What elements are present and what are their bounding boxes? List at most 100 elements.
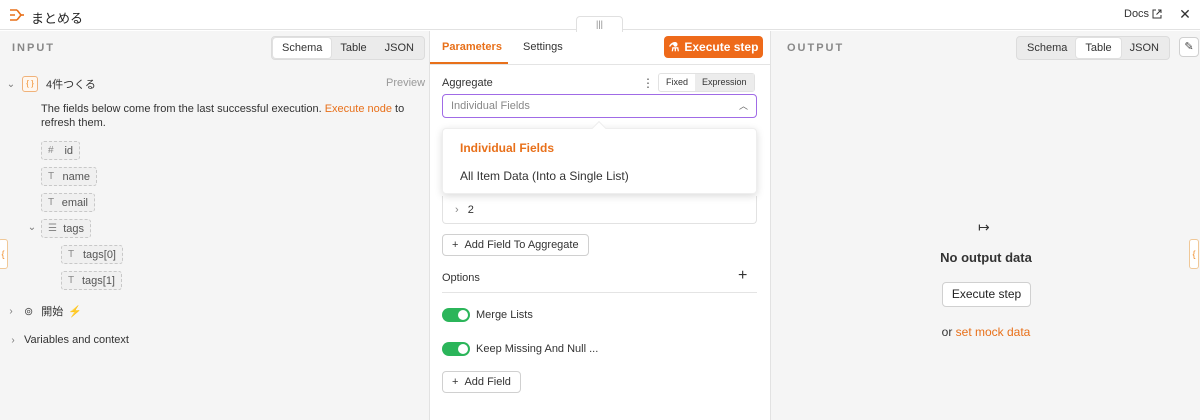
- input-tab-schema[interactable]: Schema: [273, 38, 332, 58]
- string-type-icon: T: [68, 249, 75, 260]
- chevron-right-icon[interactable]: ›: [455, 204, 459, 216]
- field-name: id: [64, 144, 73, 157]
- add-field-button[interactable]: + Add Field: [442, 371, 521, 393]
- string-type-icon: T: [68, 275, 75, 286]
- field-name: name: [62, 170, 90, 183]
- aggregate-label: Aggregate: [442, 77, 493, 89]
- chevron-right-icon[interactable]: ›: [6, 306, 16, 317]
- output-tab-schema[interactable]: Schema: [1018, 38, 1076, 58]
- chevron-down-icon[interactable]: ⌄: [6, 79, 16, 90]
- output-view-switcher: Schema Table JSON: [1016, 36, 1170, 60]
- fixed-expression-toggle: Fixed Expression: [658, 73, 755, 92]
- active-tab-underline: [430, 62, 508, 64]
- options-label: Options: [442, 272, 480, 284]
- output-arrow-icon: ↦: [978, 219, 990, 235]
- mock-data-row: or set mock data: [771, 325, 1200, 339]
- tab-settings[interactable]: Settings: [523, 41, 563, 53]
- chevron-right-icon[interactable]: ›: [8, 335, 18, 346]
- merge-lists-label: Merge Lists: [476, 309, 533, 321]
- schema-hint: The fields below come from the last succ…: [41, 102, 426, 130]
- flask-icon: ⚗: [668, 40, 680, 54]
- collapsed-field-item[interactable]: › 2: [442, 196, 757, 224]
- divider: [442, 292, 757, 293]
- trigger-node-row[interactable]: › ⊚ 開始 ⚡: [6, 303, 82, 319]
- input-tab-table[interactable]: Table: [331, 38, 375, 58]
- plus-icon: +: [452, 376, 459, 388]
- field-pill-tags-0[interactable]: T tags[0]: [61, 245, 123, 264]
- input-panel: INPUT Schema Table JSON ⌄ { } 4件つくる Prev…: [0, 31, 430, 420]
- tags-chevron[interactable]: ⌄: [27, 222, 37, 233]
- variables-label: Variables and context: [24, 334, 129, 346]
- execute-node-link[interactable]: Execute node: [325, 103, 392, 115]
- preview-label: Preview: [386, 77, 426, 89]
- array-type-icon: ☰: [48, 223, 57, 234]
- add-option-icon[interactable]: +: [738, 267, 747, 285]
- source-node-row[interactable]: ⌄ { } 4件つくる: [6, 76, 96, 92]
- field-pill-tags[interactable]: ☰ tags: [41, 219, 91, 238]
- panel-drag-handle[interactable]: |||: [576, 16, 623, 32]
- input-section-label: INPUT: [12, 42, 55, 54]
- plus-icon: +: [452, 239, 459, 251]
- external-link-icon: [1152, 9, 1162, 19]
- aggregate-select[interactable]: Individual Fields ︿: [442, 94, 757, 118]
- trigger-node-name: 開始: [41, 306, 64, 318]
- mode-fixed[interactable]: Fixed: [659, 74, 695, 91]
- pencil-icon[interactable]: ✎: [1179, 37, 1199, 57]
- option-individual-fields[interactable]: Individual Fields: [460, 141, 554, 155]
- keep-missing-label: Keep Missing And Null ...: [476, 343, 599, 355]
- hint-text: The fields below come from the last succ…: [41, 103, 322, 115]
- add-field-label: Add Field: [464, 376, 511, 388]
- aggregate-icon: [10, 9, 24, 21]
- output-tab-json[interactable]: JSON: [1121, 38, 1168, 58]
- parameters-panel: Parameters Settings ⚗ Execute step Aggre…: [430, 31, 770, 420]
- chevron-down-icon[interactable]: ⌄: [27, 222, 37, 233]
- variables-context-row[interactable]: › Variables and context: [8, 334, 129, 346]
- no-output-title: No output data: [940, 250, 1032, 265]
- string-type-icon: T: [48, 171, 55, 182]
- field-pill-email[interactable]: T email: [41, 193, 95, 212]
- output-collapse-tab[interactable]: {: [1189, 239, 1199, 269]
- object-icon: { }: [22, 76, 38, 92]
- input-collapse-tab[interactable]: {: [0, 239, 8, 269]
- option-all-item-data[interactable]: All Item Data (Into a Single List): [460, 169, 629, 183]
- field-pill-name[interactable]: T name: [41, 167, 97, 186]
- field-name: tags: [63, 222, 84, 235]
- field-pill-tags-1[interactable]: T tags[1]: [61, 271, 122, 290]
- string-type-icon: T: [48, 197, 55, 208]
- output-section-label: OUTPUT: [787, 42, 845, 54]
- select-value: Individual Fields: [451, 100, 530, 112]
- execute-step-secondary-button[interactable]: Execute step: [942, 282, 1031, 307]
- lightning-icon: ⚡: [68, 305, 82, 318]
- dropdown-arrow: [591, 120, 607, 136]
- field-name: tags[1]: [81, 274, 115, 287]
- field-name: email: [61, 196, 88, 209]
- add-field-to-aggregate-label: Add Field To Aggregate: [464, 239, 579, 251]
- collapsed-item-label: 2: [467, 204, 474, 216]
- input-tab-json[interactable]: JSON: [376, 38, 423, 58]
- input-view-switcher: Schema Table JSON: [271, 36, 425, 60]
- field-pill-id[interactable]: # id: [41, 141, 80, 160]
- param-tabs: Parameters Settings ⚗ Execute step: [430, 31, 770, 65]
- docs-label: Docs: [1124, 8, 1150, 20]
- mode-expression[interactable]: Expression: [695, 74, 754, 91]
- source-node-name: 4件つくる: [46, 79, 96, 91]
- more-options-icon[interactable]: ⋮: [642, 76, 654, 90]
- execute-step-label: Execute step: [684, 40, 759, 54]
- keep-missing-toggle[interactable]: [442, 342, 470, 356]
- field-name: tags[0]: [82, 248, 116, 261]
- node-title[interactable]: まとめる: [31, 8, 83, 27]
- execute-step-button[interactable]: ⚗ Execute step: [664, 36, 763, 58]
- trigger-icon: ⊚: [24, 305, 34, 318]
- mock-prefix: or: [941, 325, 953, 339]
- output-panel: OUTPUT Schema Table JSON ✎ ↦ No output d…: [770, 31, 1200, 420]
- aggregate-dropdown: Individual Fields All Item Data (Into a …: [442, 120, 757, 194]
- tab-parameters[interactable]: Parameters: [442, 41, 502, 53]
- set-mock-data-link[interactable]: set mock data: [956, 325, 1031, 339]
- add-field-to-aggregate-button[interactable]: + Add Field To Aggregate: [442, 234, 589, 256]
- chevron-up-icon: ︿: [738, 101, 748, 111]
- close-icon[interactable]: ✕: [1177, 6, 1193, 22]
- output-tab-table[interactable]: Table: [1076, 38, 1121, 58]
- merge-lists-toggle[interactable]: [442, 308, 470, 322]
- number-type-icon: #: [48, 145, 54, 156]
- docs-link[interactable]: Docs: [1124, 8, 1162, 20]
